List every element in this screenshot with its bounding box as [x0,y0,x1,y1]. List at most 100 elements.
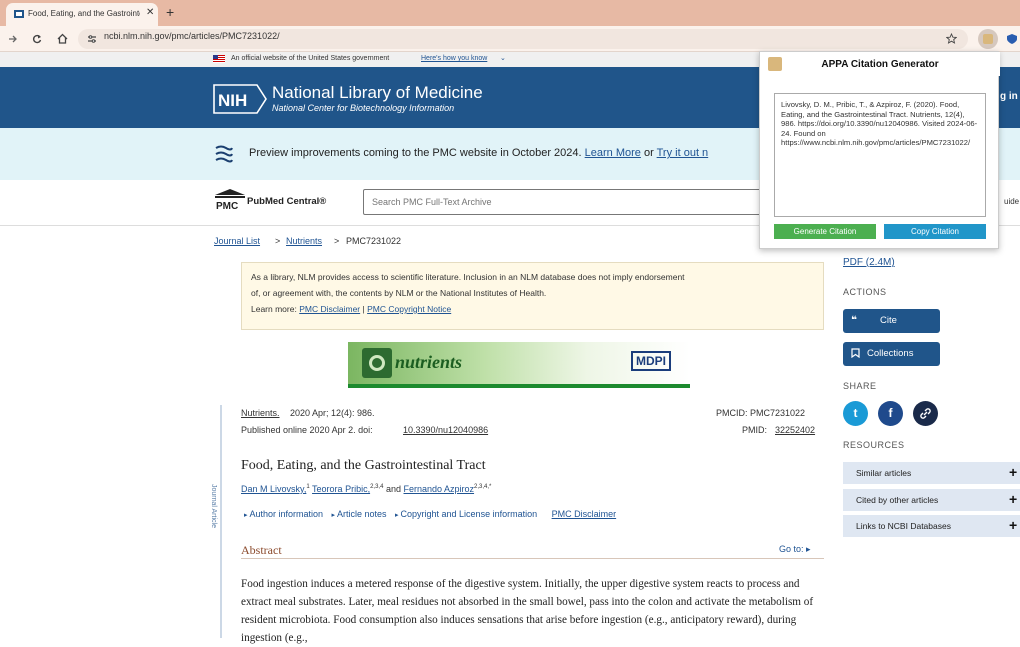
gov-banner-link[interactable]: Here's how you know [421,55,487,62]
browser-tab-bar: Food, Eating, and the Gastrointestinal T… [0,0,1020,26]
copy-citation-button[interactable]: Copy Citation [884,224,986,239]
goto-link[interactable]: Go to: ▸ [779,544,811,555]
shield-extension-icon[interactable] [1006,33,1018,45]
breadcrumb-journal-list[interactable]: Journal List [214,236,260,246]
cited-by-toggle[interactable]: Cited by other articles + [843,489,1020,511]
url-text: ncbi.nlm.nih.gov/pmc/articles/PMC7231022… [104,31,280,41]
expand-plus-icon: + [1009,464,1018,480]
forward-arrow-icon[interactable] [8,34,18,44]
citation-extension-icon [983,34,993,44]
pmcid: PMCID: PMC7231022 [716,408,806,418]
resource-label: Similar articles [856,468,912,478]
article-notes-link[interactable]: Article notes [337,509,387,519]
copyright-license-link[interactable]: Copyright and License information [401,509,538,519]
journal-name: nutrients [395,352,463,372]
author-link[interactable]: Teorora Pribic, [312,484,370,494]
bookmark-icon [851,348,860,358]
pmc-copyright-link[interactable]: PMC Copyright Notice [367,304,451,314]
author-affiliation: 1 [306,484,310,490]
nih-logo-icon[interactable]: NIH [213,84,267,114]
nlm-title[interactable]: National Library of Medicine [272,83,483,103]
author-link[interactable]: Dan M Livovsky, [241,484,306,494]
pmid-link[interactable]: 32252402 [775,425,815,435]
us-flag-icon [213,55,225,63]
login-button[interactable]: g in [1000,91,1018,102]
pmc-logo-text: PMC [216,201,238,212]
pmid-label: PMID: [742,425,768,435]
learn-more-link[interactable]: Learn More [585,147,641,159]
preview-wave-icon [215,145,233,163]
guide-link[interactable]: uide [1004,197,1019,206]
try-it-out-link[interactable]: Try it out n [657,147,709,159]
pdf-link[interactable]: PDF (2.4M) [843,257,895,268]
author-information-link[interactable]: Author information [249,509,323,519]
search-input[interactable] [363,189,763,215]
new-tab-button[interactable]: + [166,4,174,20]
resources-heading: RESOURCES [843,440,905,450]
gov-banner-text: An official website of the United States… [231,55,390,62]
pmc-disclaimer-link[interactable]: PMC Disclaimer [299,304,360,314]
twitter-icon[interactable]: t [843,401,868,426]
bookmark-star-icon[interactable] [946,33,957,44]
share-heading: SHARE [843,381,877,391]
article-side-rule [220,405,222,638]
similar-articles-toggle[interactable]: Similar articles + [843,462,1020,484]
abstract-heading: Abstract [241,543,282,557]
doi-link[interactable]: 10.3390/nu12040986 [403,425,488,435]
collections-label: Collections [867,348,914,359]
site-settings-icon[interactable] [87,34,97,44]
expand-plus-icon: + [1009,517,1018,533]
quote-icon: ❝ [851,315,857,326]
author-affiliation: 2,3,4 [370,484,384,490]
mdpi-logo: MDPI [631,351,671,371]
disclaimer-line-2: of, or agreement with, the contents by N… [251,288,547,298]
resource-label: Links to NCBI Databases [856,521,951,531]
cite-label: Cite [880,315,897,326]
tab-title: Food, Eating, and the Gastrointestinal T… [28,9,140,18]
facebook-icon[interactable]: f [878,401,903,426]
tab-close-icon[interactable]: ✕ [146,7,154,18]
link-icon[interactable] [913,401,938,426]
pmc-building-icon: PMC [215,189,245,212]
article-pmc-disclaimer-link[interactable]: PMC Disclaimer [552,509,617,519]
pmc-logo[interactable]: PMC PubMed Central® [214,188,334,214]
breadcrumb-separator: > [275,236,281,246]
tab-favicon-icon [14,10,24,18]
author-link[interactable]: Fernando Azpiroz [404,484,475,494]
reload-icon[interactable] [32,34,42,44]
citation-output-field[interactable]: Livovsky, D. M., Pribic, T., & Azpiroz, … [774,93,986,217]
authors-and: and [385,484,401,494]
chevron-down-icon: ⌄ [500,55,506,62]
article-citation: 2020 Apr; 12(4): 986. [290,408,375,418]
extension-button[interactable] [978,29,998,49]
browser-tab[interactable]: Food, Eating, and the Gastrointestinal T… [6,3,158,26]
nih-logo-text: NIH [218,91,247,110]
expand-plus-icon: + [1009,491,1018,507]
generate-citation-button[interactable]: Generate Citation [774,224,876,239]
preview-or: or [643,147,654,159]
nlm-subtitle: National Center for Biotechnology Inform… [272,103,455,113]
ncbi-links-toggle[interactable]: Links to NCBI Databases + [843,515,1020,537]
article-title: Food, Eating, and the Gastrointestinal T… [241,458,486,473]
cite-button[interactable]: ❝ Cite [843,309,940,333]
author-affiliation: 2,3,4,* [474,484,492,490]
disclaimer-line-1: As a library, NLM provides access to sci… [251,272,685,282]
library-disclaimer: As a library, NLM provides access to sci… [241,262,824,330]
nutrients-logo-icon [362,348,392,378]
preview-text: Preview improvements coming to the PMC w… [249,147,582,159]
home-icon[interactable] [57,33,68,44]
breadcrumb-separator: > [334,236,340,246]
popup-header: APPA Citation Generator [760,52,1000,76]
journal-link[interactable]: Nutrients. [241,408,280,418]
pmc-logo-label: PubMed Central® [247,196,327,207]
collections-button[interactable]: Collections [843,342,940,366]
journal-article-label: Journal Article [210,484,217,528]
disclaimer-learn-more: Learn more: [251,304,297,314]
breadcrumb-nutrients[interactable]: Nutrients [286,236,322,246]
popup-title: APPA Citation Generator [821,59,939,70]
author-list: Dan M Livovsky,1 Teorora Pribic,2,3,4 an… [241,484,491,494]
abstract-text: Food ingestion induces a metered respons… [241,578,814,644]
abstract-divider [241,558,824,559]
citation-generator-popup: APPA Citation Generator Livovsky, D. M.,… [759,51,1000,249]
article-info-links: ▸ Author information ▸ Article notes ▸ C… [244,509,617,519]
